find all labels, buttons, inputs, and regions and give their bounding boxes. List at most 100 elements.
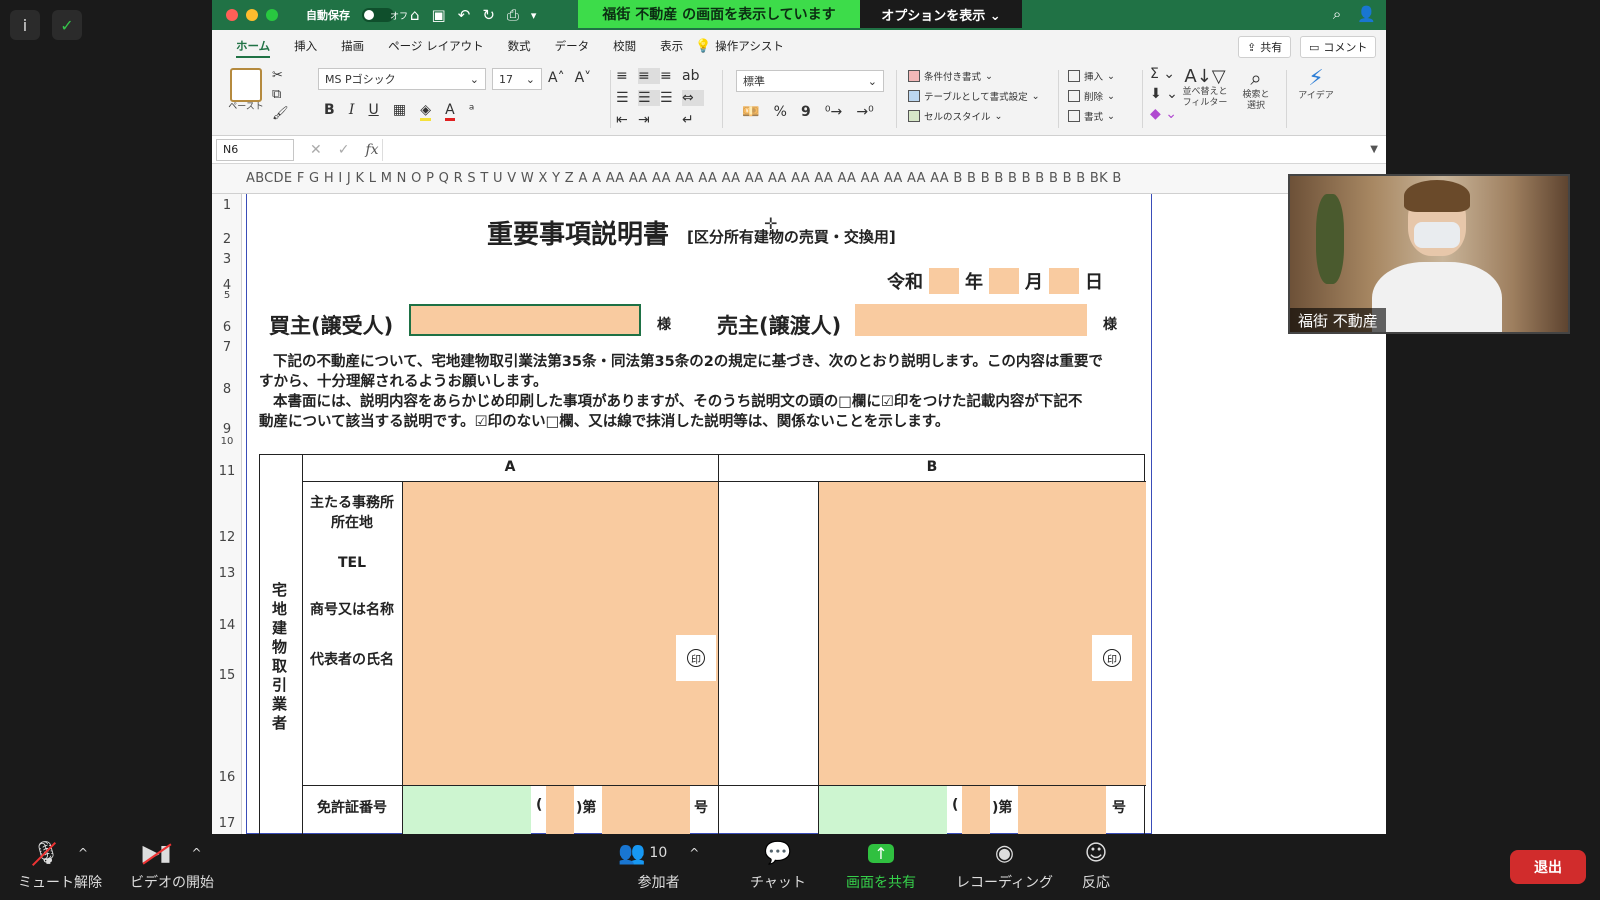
participant-video[interactable]: 福街 不動産 — [1288, 174, 1570, 334]
customize-toolbar-icon[interactable]: ▾ — [531, 9, 537, 22]
share-button[interactable]: ⇪ 共有 — [1238, 36, 1292, 58]
chat-button[interactable]: 💬 チャット — [750, 840, 806, 892]
phonetic-icon[interactable]: ᵃ — [469, 102, 474, 118]
merge-center-icon[interactable]: ⇔ — [682, 90, 704, 106]
redo-icon[interactable]: ↻ — [482, 6, 495, 24]
tab-review[interactable]: 校閲 — [601, 30, 648, 62]
font-color-icon[interactable]: A — [445, 102, 455, 121]
row-number[interactable]: 1 — [212, 198, 242, 213]
row-number[interactable]: 11 — [212, 464, 242, 479]
worksheet[interactable]: 重要事項説明書 [区分所有建物の売買・交換用] 令和 年 月 日 買主(譲受人)… — [242, 194, 1386, 834]
row-number[interactable]: 3 — [212, 252, 242, 267]
clear-icon[interactable]: ◆ ⌄ — [1150, 106, 1178, 122]
share-screen-button[interactable]: ↑ 画面を共有 — [846, 840, 916, 892]
row-number[interactable]: 13 — [212, 566, 242, 581]
align-middle-icon[interactable]: ≡ — [638, 68, 660, 84]
formula-input[interactable] — [382, 139, 1362, 161]
buyer-name-input[interactable] — [409, 304, 641, 336]
row-number[interactable]: 9 — [212, 422, 242, 437]
participants-button[interactable]: 👥 10 ^ 参加者 — [618, 840, 699, 892]
b-license-number-input[interactable] — [1018, 786, 1106, 834]
search-icon[interactable]: ⌕ — [1333, 5, 1341, 23]
fx-icon[interactable]: fx — [365, 142, 378, 158]
decrease-decimal-icon[interactable]: →⁰ — [856, 104, 873, 120]
paste-button[interactable]: ペースト — [222, 68, 270, 113]
save-icon[interactable]: ▣ — [432, 6, 446, 24]
fill-icon[interactable]: ⬇ ⌄ — [1150, 86, 1178, 102]
account-icon[interactable]: 👤 — [1357, 5, 1376, 23]
delete-cells-button[interactable]: 削除 ⌄ — [1068, 86, 1115, 106]
b-license-authority-input[interactable] — [819, 786, 947, 834]
tab-home[interactable]: ホーム — [224, 30, 282, 62]
leave-button[interactable]: 退出 — [1510, 850, 1586, 884]
tab-page-layout[interactable]: ページ レイアウト — [376, 30, 495, 62]
insert-cells-button[interactable]: 挿入 ⌄ — [1068, 66, 1115, 86]
year-input[interactable] — [929, 268, 959, 294]
tab-formulas[interactable]: 数式 — [496, 30, 543, 62]
bold-icon[interactable]: B — [324, 102, 335, 118]
record-button[interactable]: ◉ レコーディング — [956, 840, 1053, 892]
copy-icon[interactable]: ⧉ — [272, 87, 289, 102]
align-top-icon[interactable]: ≡ — [616, 68, 638, 84]
row-number[interactable]: 15 — [212, 668, 242, 683]
undo-icon[interactable]: ↶ — [458, 6, 471, 24]
a-license-renewal-input[interactable] — [546, 786, 574, 834]
row-number[interactable]: 10 — [212, 436, 242, 447]
font-size-select[interactable]: 17 ⌄ — [492, 68, 542, 90]
month-input[interactable] — [989, 268, 1019, 294]
a-license-number-input[interactable] — [602, 786, 690, 834]
row-number[interactable]: 16 — [212, 770, 242, 785]
maximize-window-icon[interactable] — [266, 9, 278, 21]
a-license-authority-input[interactable] — [403, 786, 531, 834]
b-broker-info-input[interactable] — [819, 482, 1146, 785]
conditional-format-button[interactable]: 条件付き書式 ⌄ — [908, 66, 1040, 86]
tab-view[interactable]: 表示 — [648, 30, 695, 62]
home-icon[interactable]: ⌂ — [410, 6, 420, 24]
align-left-icon[interactable]: ☰ — [616, 90, 638, 106]
number-format-select[interactable]: 標準 ⌄ — [736, 70, 884, 92]
row-number[interactable]: 14 — [212, 618, 242, 633]
row-number[interactable]: 17 — [212, 816, 242, 831]
tab-draw[interactable]: 描画 — [329, 30, 376, 62]
decrease-font-icon[interactable]: A˅ — [575, 70, 592, 86]
align-right-icon[interactable]: ☰ — [660, 90, 682, 106]
row-number[interactable]: 8 — [212, 382, 242, 397]
row-number[interactable]: 5 — [212, 290, 242, 301]
comma-icon[interactable]: 9 — [801, 104, 811, 120]
row-number[interactable]: 6 — [212, 320, 242, 335]
currency-icon[interactable]: 💴 — [742, 104, 759, 120]
fill-color-icon[interactable]: ◈ — [420, 102, 432, 121]
sort-filter-button[interactable]: A↓▽ 並べ替えと フィルター — [1180, 66, 1230, 109]
format-cells-button[interactable]: 書式 ⌄ — [1068, 106, 1115, 126]
find-select-button[interactable]: ⌕ 検索と 選択 — [1234, 66, 1278, 112]
day-input[interactable] — [1049, 268, 1079, 294]
row-number[interactable]: 7 — [212, 340, 242, 355]
decrease-indent-icon[interactable]: ⇤ — [616, 112, 638, 128]
increase-decimal-icon[interactable]: ⁰→ — [825, 104, 842, 120]
info-icon[interactable]: i — [10, 10, 40, 40]
reactions-button[interactable]: ☺ 反応 — [1082, 840, 1110, 892]
align-bottom-icon[interactable]: ≡ — [660, 68, 682, 84]
comment-button[interactable]: ▭ コメント — [1300, 36, 1377, 58]
mute-button[interactable]: 🎙^ ミュート解除 — [18, 840, 102, 892]
tab-data[interactable]: データ — [543, 30, 602, 62]
italic-icon[interactable]: I — [349, 102, 355, 118]
format-painter-icon[interactable]: 🖌 — [272, 106, 289, 121]
percent-icon[interactable]: % — [774, 104, 787, 120]
a-broker-info-input[interactable] — [403, 482, 718, 785]
increase-font-icon[interactable]: A˄ — [548, 70, 565, 86]
name-box[interactable]: N6 — [216, 138, 294, 161]
cancel-icon[interactable]: ✕ — [310, 142, 322, 158]
seller-name-input[interactable] — [855, 304, 1087, 336]
minimize-window-icon[interactable] — [246, 9, 258, 21]
increase-indent-icon[interactable]: ⇥ — [638, 112, 660, 128]
underline-icon[interactable]: U — [368, 102, 378, 118]
tab-tell-me[interactable]: 操作アシスト — [711, 30, 796, 62]
enter-icon[interactable]: ✓ — [338, 142, 350, 158]
security-shield-icon[interactable]: ✓ — [52, 10, 82, 40]
expand-formula-icon[interactable]: ▼ — [1370, 144, 1378, 155]
row-number[interactable]: 12 — [212, 530, 242, 545]
view-options-button[interactable]: オプションを表示 ⌄ — [860, 0, 1022, 28]
ideas-button[interactable]: ⚡ アイデア — [1294, 66, 1338, 102]
start-video-button[interactable]: ▶▮^ ビデオの開始 — [130, 840, 214, 892]
